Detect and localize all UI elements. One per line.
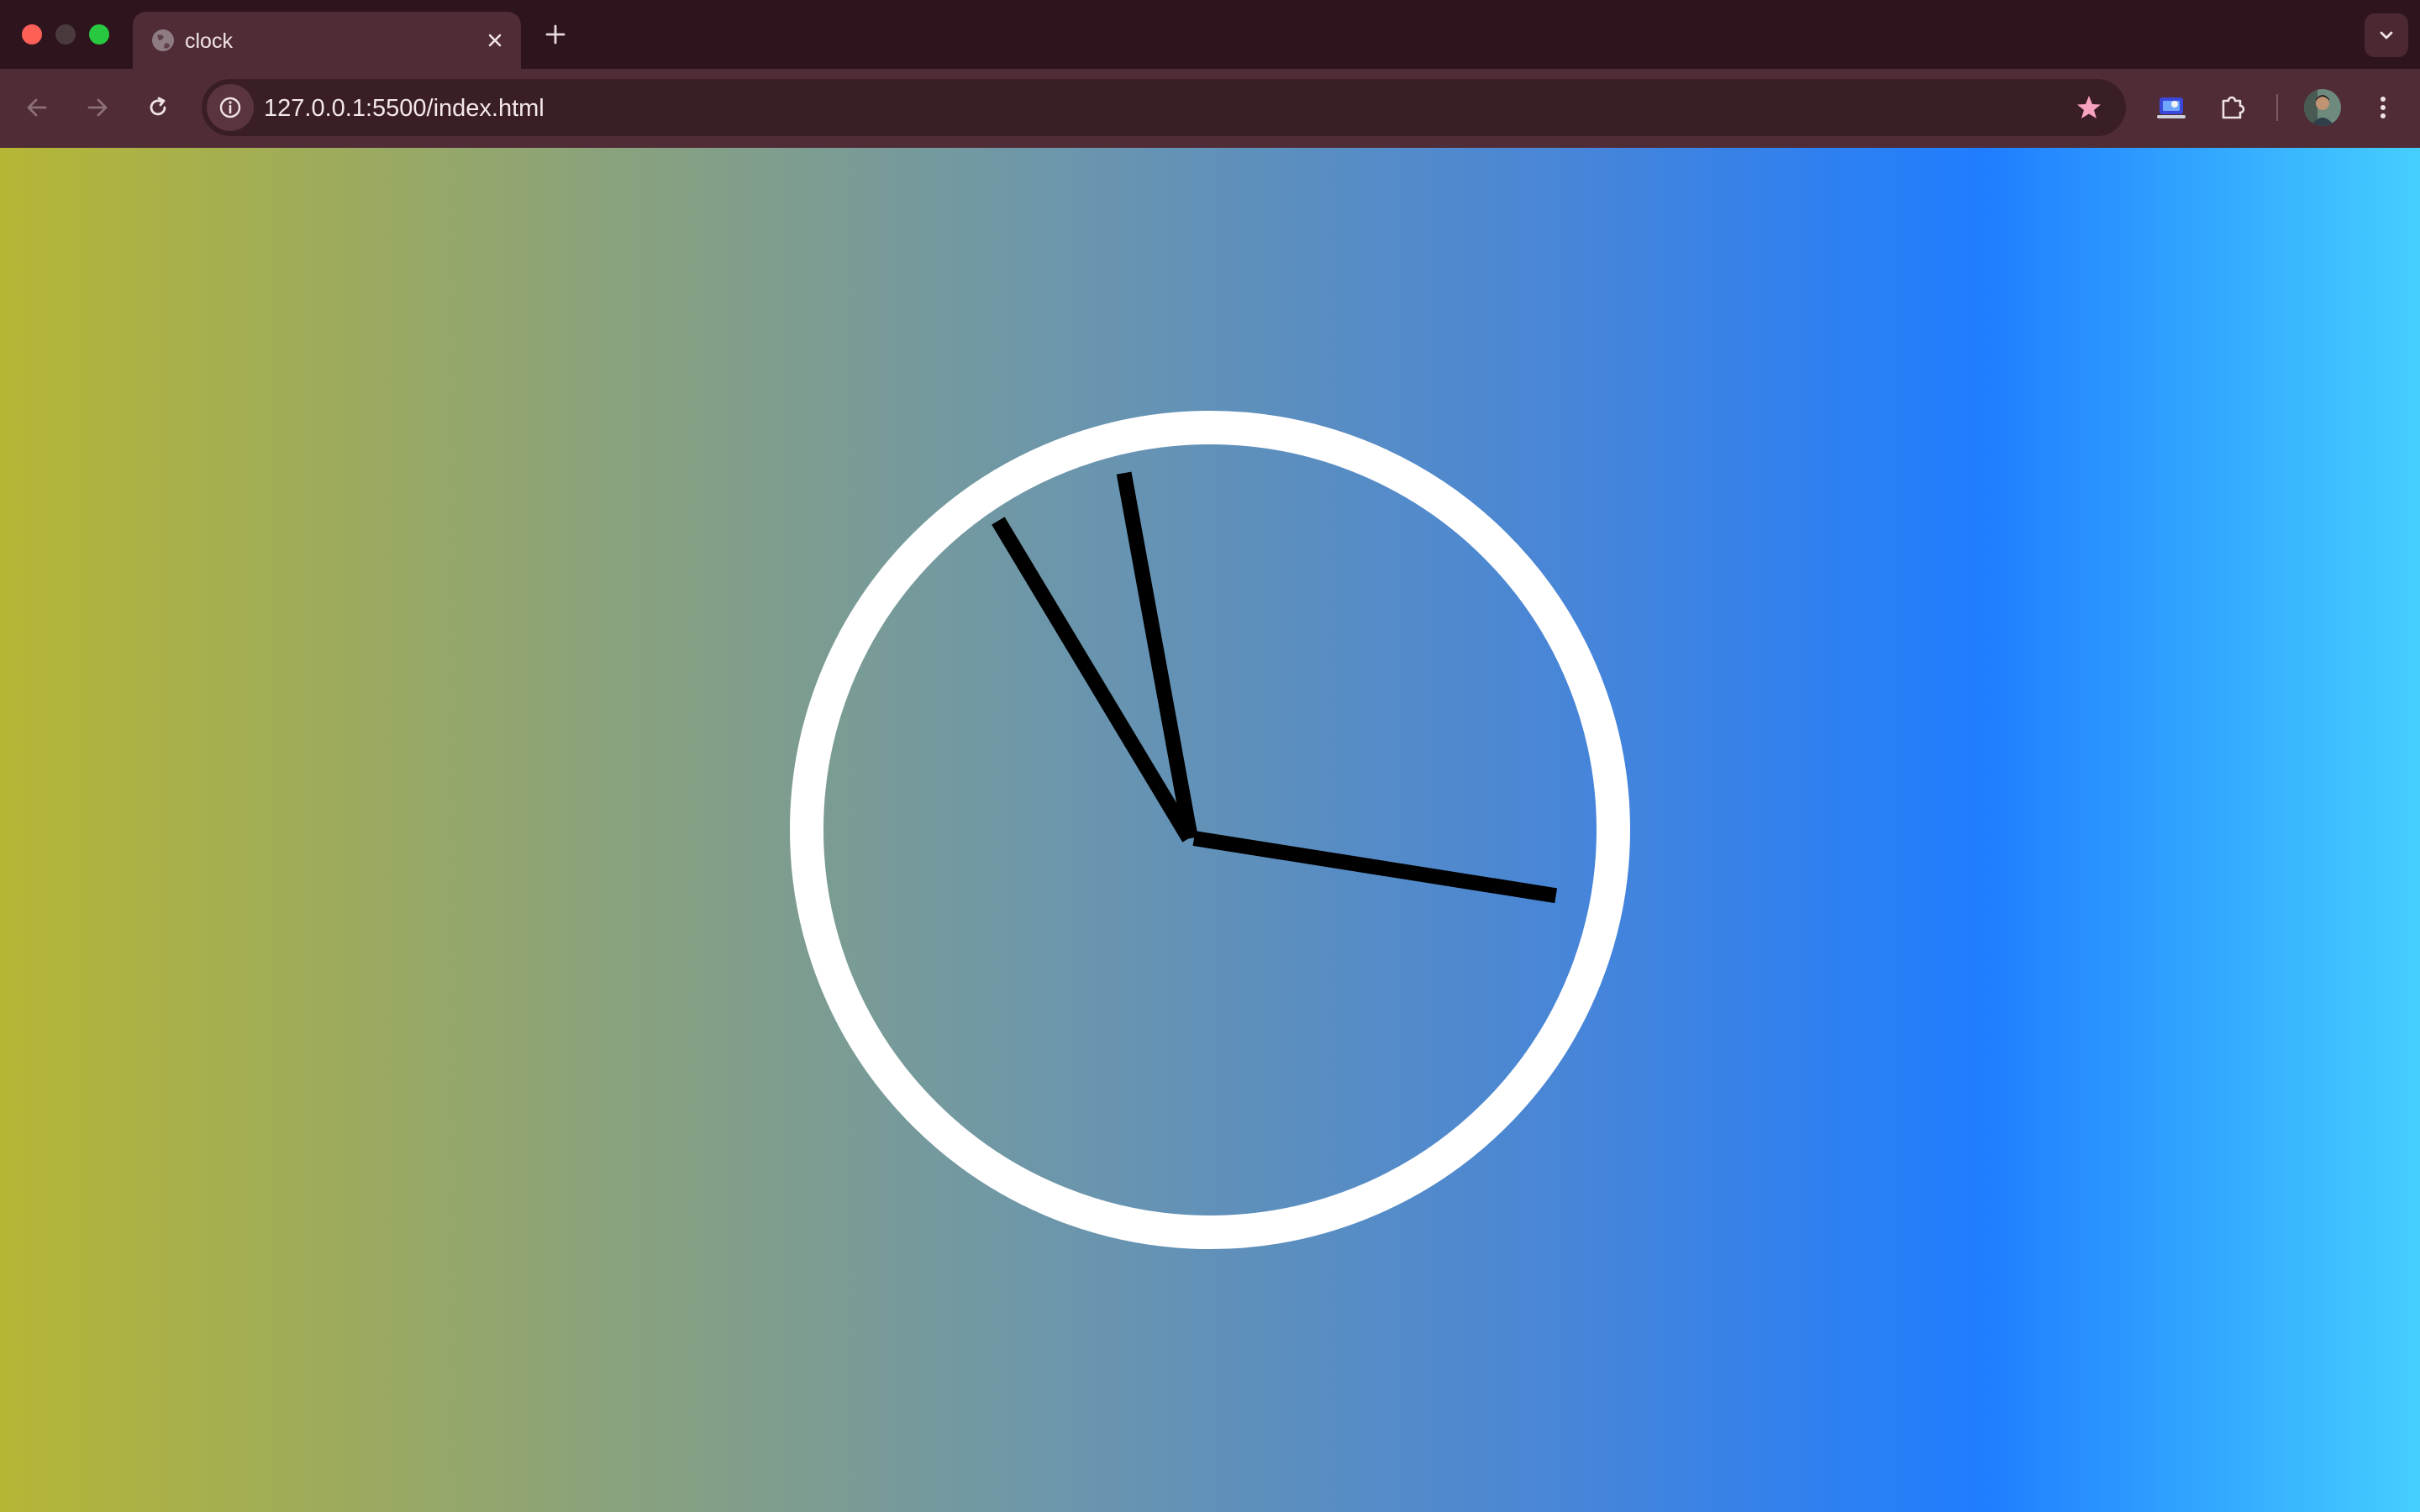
toolbar-divider xyxy=(2276,94,2278,121)
puzzle-icon xyxy=(2222,96,2245,119)
globe-icon xyxy=(152,29,174,51)
reload-button[interactable] xyxy=(136,86,180,129)
avatar-icon xyxy=(2304,89,2341,126)
star-icon xyxy=(2077,96,2101,118)
clock-face xyxy=(790,411,1630,1249)
address-bar[interactable]: 127.0.0.1:5500/index.html xyxy=(202,79,2126,136)
back-button[interactable] xyxy=(15,86,59,129)
tab-strip: clock xyxy=(0,0,2420,69)
chevron-down-icon xyxy=(2380,31,2393,39)
url-text: 127.0.0.1:5500/index.html xyxy=(264,95,544,122)
screen-share-icon xyxy=(2157,97,2186,118)
close-window-button[interactable] xyxy=(22,24,42,45)
bookmark-button[interactable] xyxy=(2072,91,2106,124)
minimize-window-button[interactable] xyxy=(55,24,76,45)
screen-share-extension-button[interactable] xyxy=(2149,86,2193,129)
browser-menu-button[interactable] xyxy=(2361,86,2405,129)
extensions-button[interactable] xyxy=(2210,86,2254,129)
site-info-button[interactable] xyxy=(207,84,254,131)
forward-button[interactable] xyxy=(76,86,119,129)
analog-clock xyxy=(790,411,1630,1249)
close-tab-button[interactable] xyxy=(479,24,511,56)
tab-search-button[interactable] xyxy=(2365,13,2408,57)
tab-title: clock xyxy=(185,29,233,53)
browser-window: clock 127.0.0.1:5500/index.html xyxy=(0,0,2420,1512)
profile-avatar[interactable] xyxy=(2304,89,2341,126)
browser-toolbar: 127.0.0.1:5500/index.html xyxy=(0,69,2420,148)
second-hand xyxy=(1192,831,1558,904)
close-icon xyxy=(488,34,502,47)
maximize-window-button[interactable] xyxy=(89,24,109,45)
reload-icon xyxy=(150,97,166,116)
arrow-right-icon xyxy=(87,98,108,117)
kebab-menu-icon xyxy=(2381,97,2386,118)
plus-icon xyxy=(545,24,566,45)
page-content xyxy=(0,148,2420,1512)
tab-clock[interactable]: clock xyxy=(133,12,521,69)
new-tab-button[interactable] xyxy=(538,17,573,52)
arrow-left-icon xyxy=(27,98,47,117)
info-icon xyxy=(219,97,241,118)
